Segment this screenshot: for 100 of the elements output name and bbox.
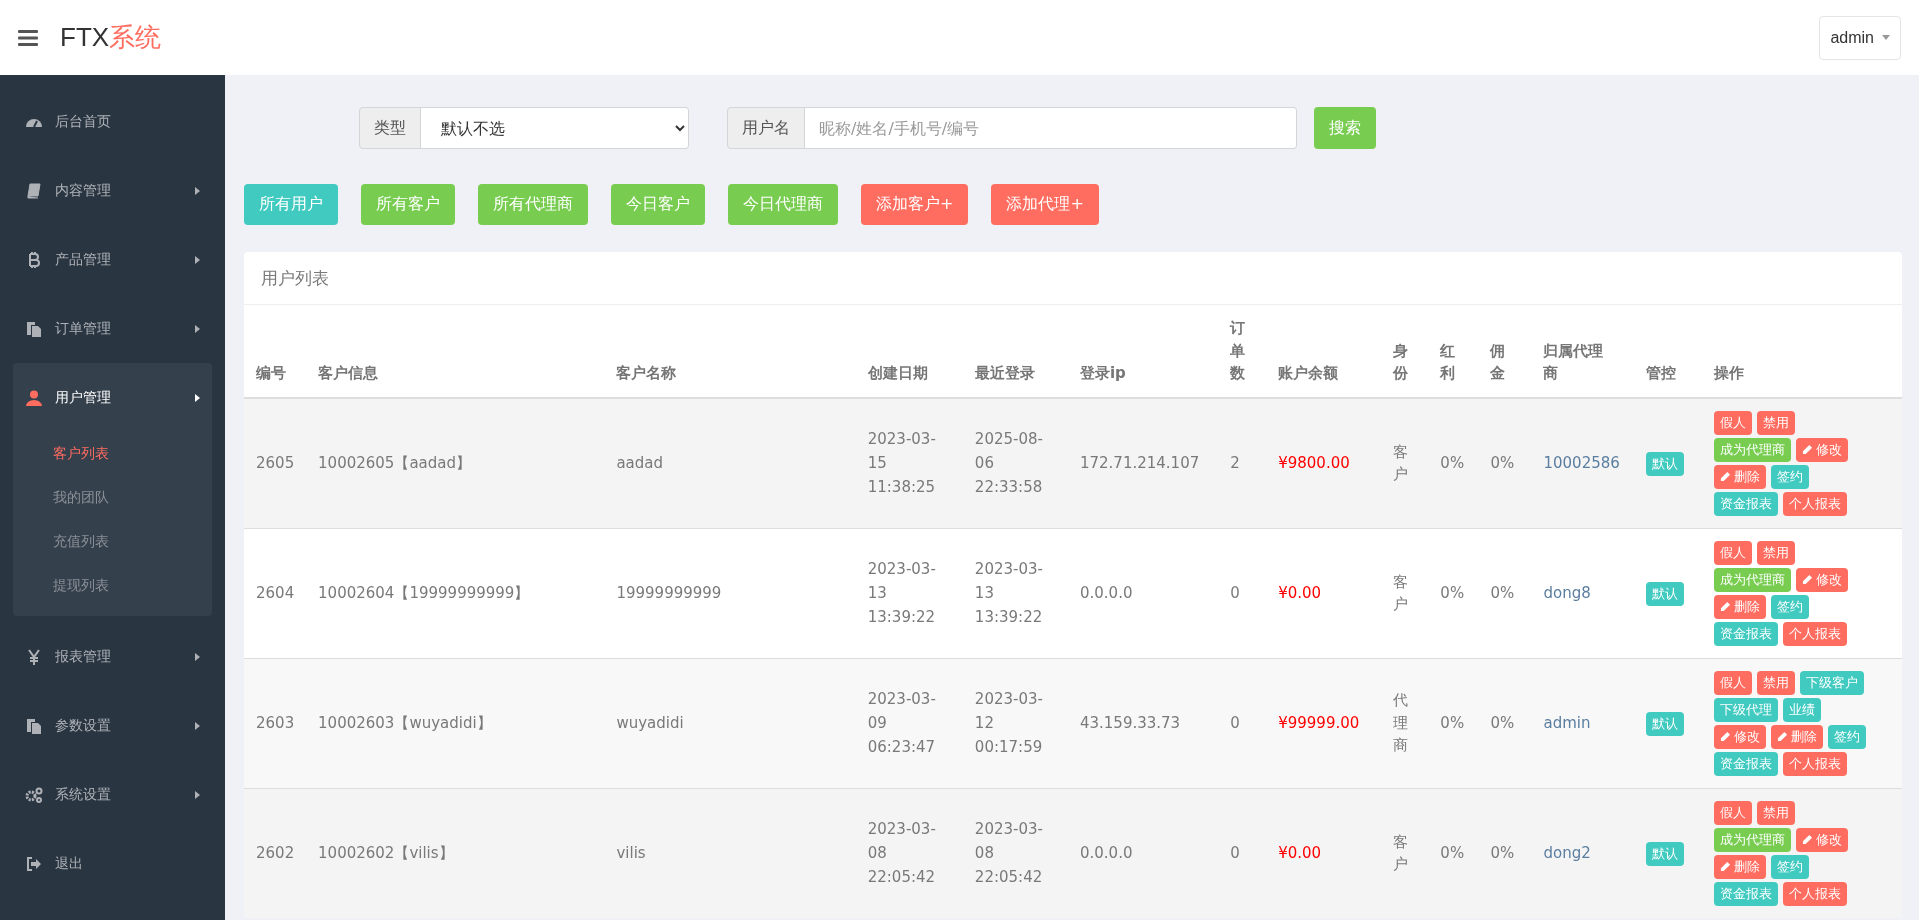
- action-button[interactable]: 禁用: [1756, 410, 1795, 435]
- action-button[interactable]: 假人: [1713, 670, 1752, 695]
- sidebar-item[interactable]: 内容管理: [13, 156, 212, 225]
- chevron-right-icon: [195, 652, 200, 661]
- exit-icon: [26, 856, 42, 871]
- username-field[interactable]: 昵称/姓名/手机号/编号: [805, 107, 1297, 149]
- sidebar-item[interactable]: 产品管理: [13, 225, 212, 294]
- action-button[interactable]: 个人报表: [1782, 491, 1847, 516]
- filter-button[interactable]: 今日客户: [611, 184, 705, 225]
- action-button[interactable]: 修改: [1795, 567, 1848, 592]
- sidebar-item[interactable]: 订单管理: [13, 294, 212, 363]
- action-button[interactable]: 删除: [1713, 594, 1766, 619]
- control-button[interactable]: 默认: [1645, 451, 1684, 476]
- action-button[interactable]: 禁用: [1756, 800, 1795, 825]
- table-cell-text: 2023-03-13 13:39:22: [867, 559, 937, 628]
- sidebar-subitem[interactable]: 我的团队: [13, 476, 212, 520]
- table-cell: ¥9800.00: [1278, 454, 1350, 472]
- action-button[interactable]: 假人: [1713, 800, 1752, 825]
- filter-button[interactable]: 添加代理+: [991, 184, 1099, 225]
- chevron-right-icon: [195, 186, 200, 195]
- column-header: 订单数: [1230, 318, 1246, 384]
- table-cell: 0%: [1440, 454, 1465, 472]
- action-button[interactable]: 资金报表: [1713, 881, 1778, 906]
- table-cell: vilis: [616, 844, 646, 862]
- column-header: 账户余额: [1278, 364, 1339, 382]
- action-button[interactable]: 删除: [1713, 854, 1766, 879]
- user-icon: [26, 389, 42, 406]
- table-cell: 10002604【19999999999】: [318, 584, 530, 602]
- table-cell: 2603: [256, 714, 295, 732]
- action-button[interactable]: 签约: [1770, 594, 1809, 619]
- panel-title: 用户列表: [261, 266, 329, 290]
- action-button[interactable]: 资金报表: [1713, 621, 1778, 646]
- control-button[interactable]: 默认: [1645, 711, 1684, 736]
- documents-icon: [26, 717, 42, 734]
- action-button[interactable]: 禁用: [1756, 670, 1795, 695]
- sidebar-subitem[interactable]: 充值列表: [13, 520, 212, 564]
- pencil-icon: [1719, 471, 1731, 482]
- username-label: 用户名: [727, 107, 805, 149]
- table-cell: 2: [1230, 454, 1240, 472]
- action-button[interactable]: 禁用: [1756, 540, 1795, 565]
- sidebar-item[interactable]: 参数设置: [13, 691, 212, 760]
- action-button[interactable]: 资金报表: [1713, 491, 1778, 516]
- action-button[interactable]: 个人报表: [1782, 621, 1847, 646]
- table-cell: 0.0.0.0: [1079, 584, 1133, 602]
- action-button[interactable]: 删除: [1713, 464, 1766, 489]
- action-button[interactable]: 删除: [1770, 724, 1823, 749]
- table-cell-text: 2023-03-12 00:17:59: [974, 689, 1044, 758]
- action-button[interactable]: 签约: [1827, 724, 1866, 749]
- action-button[interactable]: 修改: [1795, 437, 1848, 462]
- menu-icon[interactable]: [18, 29, 38, 46]
- sidebar-item[interactable]: 后台首页: [13, 87, 212, 156]
- pencil-icon: [1719, 731, 1731, 742]
- sidebar-item[interactable]: 报表管理: [13, 622, 212, 691]
- filter-button[interactable]: 今日代理商: [728, 184, 838, 225]
- control-button[interactable]: 默认: [1645, 581, 1684, 606]
- search-button[interactable]: 搜索: [1314, 107, 1376, 149]
- action-button[interactable]: 成为代理商: [1713, 567, 1791, 592]
- sidebar-item[interactable]: 退出: [13, 829, 212, 898]
- action-button[interactable]: 修改: [1713, 724, 1766, 749]
- table-cell: ¥0.00: [1278, 844, 1322, 862]
- column-header: 身份: [1393, 340, 1409, 384]
- action-button[interactable]: 个人报表: [1782, 751, 1847, 776]
- control-button[interactable]: 默认: [1645, 841, 1684, 866]
- action-button[interactable]: 成为代理商: [1713, 437, 1791, 462]
- sidebar-item[interactable]: 系统设置: [13, 760, 212, 829]
- action-button[interactable]: 签约: [1770, 464, 1809, 489]
- table-cell-text: 代理商: [1393, 690, 1409, 757]
- pencil-icon: [1801, 834, 1813, 845]
- action-button[interactable]: 假人: [1713, 540, 1752, 565]
- sidebar-subitem[interactable]: 客户列表: [13, 432, 212, 476]
- user-menu[interactable]: admin: [1819, 15, 1901, 60]
- filter-button[interactable]: 所有用户: [244, 184, 338, 225]
- action-button[interactable]: 签约: [1770, 854, 1809, 879]
- sidebar-subitem[interactable]: 提现列表: [13, 564, 212, 608]
- action-button[interactable]: 成为代理商: [1713, 827, 1791, 852]
- action-button[interactable]: 假人: [1713, 410, 1752, 435]
- action-button[interactable]: 资金报表: [1713, 751, 1778, 776]
- filter-button[interactable]: 所有客户: [361, 184, 455, 225]
- table-cell: 0: [1230, 714, 1240, 732]
- type-select[interactable]: 默认不选: [421, 107, 689, 149]
- action-button[interactable]: 下级客户: [1799, 670, 1864, 695]
- table-cell: 0%: [1490, 714, 1515, 732]
- column-header: 管控: [1645, 364, 1676, 382]
- action-button[interactable]: 下级代理: [1713, 697, 1778, 722]
- caret-icon: [1882, 35, 1890, 40]
- column-header: 创建日期: [867, 364, 928, 382]
- filter-button[interactable]: 添加客户+: [861, 184, 969, 225]
- table-cell: 0%: [1440, 844, 1465, 862]
- table-cell: 172.71.214.107: [1079, 454, 1200, 472]
- action-button[interactable]: 业绩: [1782, 697, 1821, 722]
- action-button[interactable]: 个人报表: [1782, 881, 1847, 906]
- column-header: 编号: [256, 364, 286, 382]
- sidebar-item[interactable]: 用户管理: [13, 363, 212, 432]
- table-cell-text: 客户: [1393, 571, 1409, 615]
- action-button[interactable]: 修改: [1795, 827, 1848, 852]
- table-cell-text: 2025-08-06 22:33:58: [974, 429, 1044, 498]
- book-icon: [26, 182, 42, 199]
- filter-button[interactable]: 所有代理商: [478, 184, 588, 225]
- column-header: 佣金: [1490, 340, 1506, 384]
- table-cell: 0%: [1490, 844, 1515, 862]
